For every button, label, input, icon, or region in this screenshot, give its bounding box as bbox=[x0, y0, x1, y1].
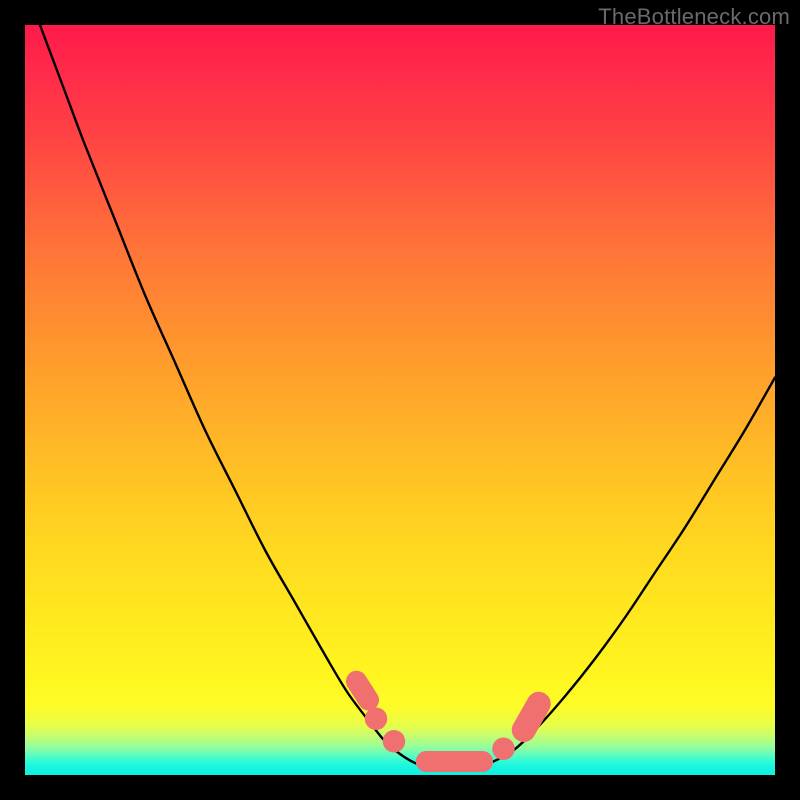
data-marker bbox=[492, 738, 515, 761]
data-marker bbox=[365, 708, 388, 731]
chart-frame: TheBottleneck.com bbox=[0, 0, 800, 800]
watermark-text: TheBottleneck.com bbox=[598, 4, 790, 30]
chart-svg bbox=[25, 25, 775, 775]
curve-path bbox=[40, 25, 775, 769]
bottleneck-curve bbox=[40, 25, 775, 769]
plot-area bbox=[25, 25, 775, 775]
data-marker bbox=[524, 704, 539, 730]
data-marker bbox=[357, 681, 369, 700]
data-markers bbox=[357, 681, 539, 761]
data-marker bbox=[383, 730, 406, 753]
